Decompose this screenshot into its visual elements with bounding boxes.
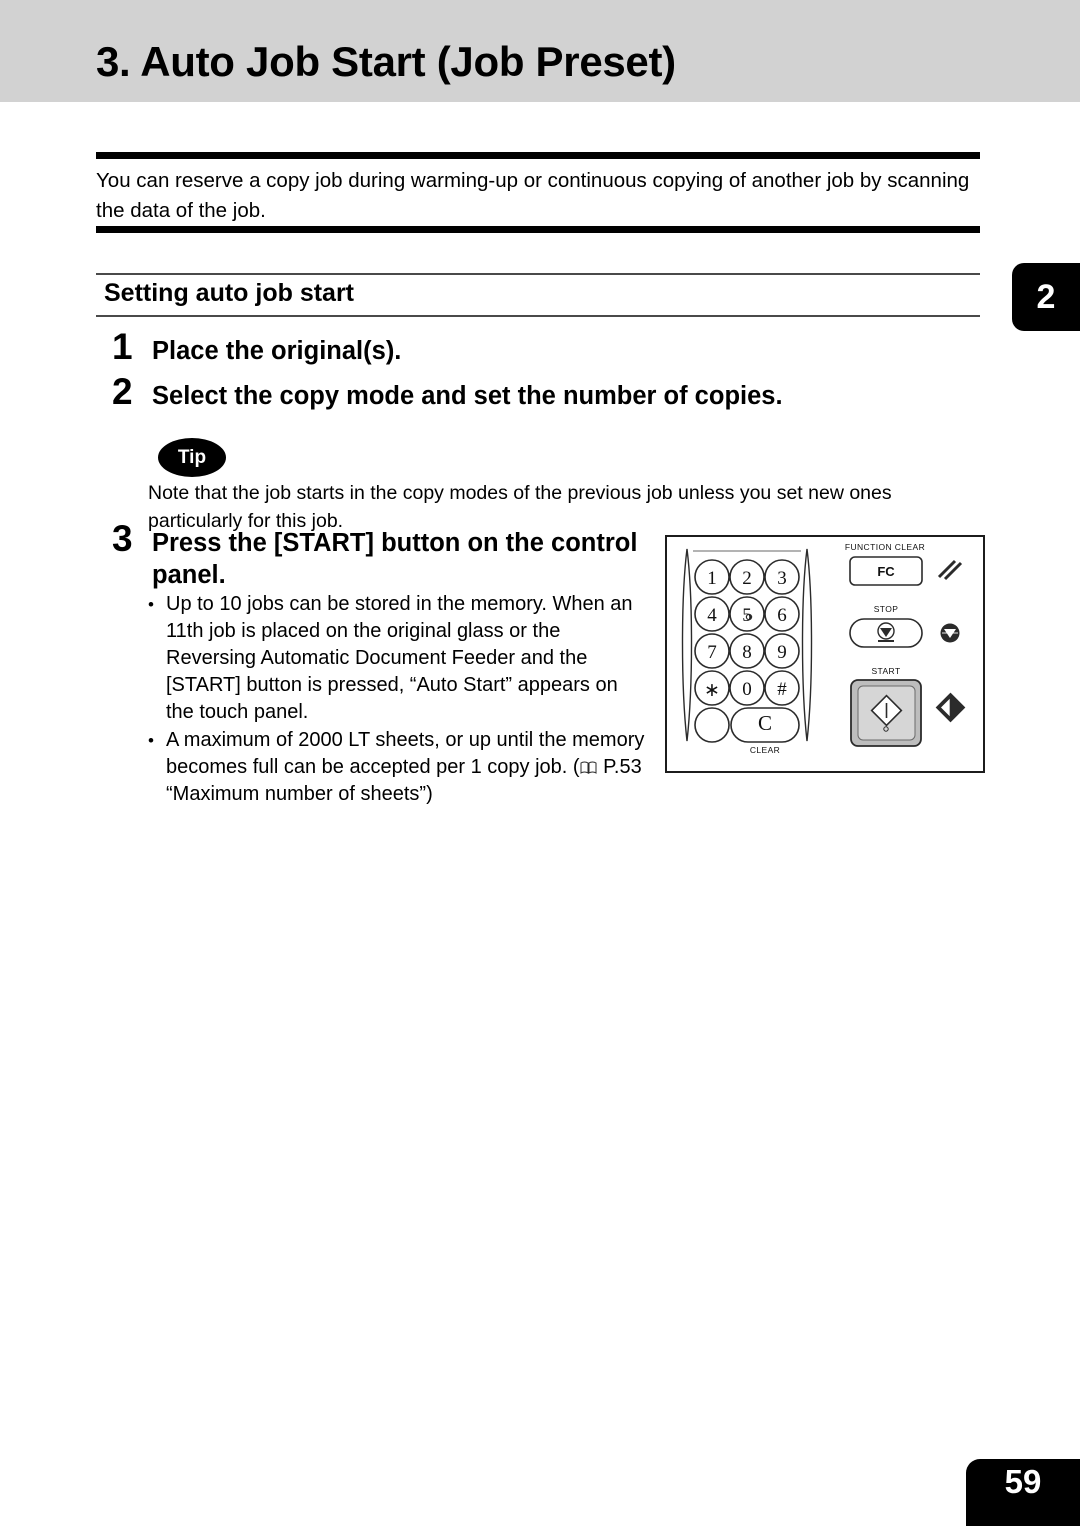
chapter-tab-number: 2 xyxy=(1036,277,1056,316)
intro-rule-bottom xyxy=(96,226,980,233)
book-icon xyxy=(580,755,597,774)
page-number-tab: 59 xyxy=(966,1459,1080,1526)
keypad-key-hash[interactable]: # xyxy=(764,670,800,706)
function-clear-group: FUNCTION CLEAR FC xyxy=(845,542,963,586)
function-clear-button[interactable]: FC xyxy=(849,556,923,586)
stop-group: STOP xyxy=(849,604,960,648)
keypad-key-0-label: 0 xyxy=(742,679,752,700)
list-item: • Up to 10 jobs can be stored in the mem… xyxy=(148,591,648,726)
keypad-key-8-label: 8 xyxy=(742,642,752,663)
keypad-key-3-label: 3 xyxy=(777,568,787,589)
step-1-text: Place the original(s). xyxy=(152,337,402,365)
step-1-number: 1 xyxy=(112,326,133,367)
bullet-text: A maximum of 2000 LT sheets, or up until… xyxy=(166,727,648,808)
keypad-key-7-label: 7 xyxy=(707,642,717,663)
start-indicator-icon xyxy=(935,692,966,723)
keypad-key-2[interactable]: 2 xyxy=(729,559,765,595)
keypad-key-hash-label: # xyxy=(777,679,787,700)
stop-indicator-icon xyxy=(940,623,960,643)
clear-button[interactable]: C xyxy=(730,707,800,743)
keypad-key-4-label: 4 xyxy=(707,605,717,626)
numeric-keypad: 1 2 3 4 5 6 7 8 9 ∗ 0 # C CLEAR xyxy=(694,559,800,755)
intro-rule-top xyxy=(96,152,980,159)
keypad-key-2-label: 2 xyxy=(742,568,752,589)
stop-button[interactable] xyxy=(849,618,923,648)
step-2-text: Select the copy mode and set the number … xyxy=(152,382,783,410)
section-rule-bottom xyxy=(96,315,980,317)
keypad-key-3[interactable]: 3 xyxy=(764,559,800,595)
keypad-key-blank[interactable] xyxy=(694,707,730,743)
step-2: 2 Select the copy mode and set the numbe… xyxy=(112,373,783,412)
section-rule-top xyxy=(96,273,980,275)
bullet-marker: • xyxy=(148,731,154,750)
step-3: 3 Press the [START] button on the contro… xyxy=(112,520,652,591)
step-3-number: 3 xyxy=(112,518,133,559)
clear-caption: CLEAR xyxy=(750,745,780,755)
keypad-key-asterisk-label: ∗ xyxy=(704,680,720,701)
start-button[interactable] xyxy=(850,679,922,747)
bullet-list: • Up to 10 jobs can be stored in the mem… xyxy=(148,591,648,809)
tip-badge-label: Tip xyxy=(177,446,207,468)
tip-badge: Tip xyxy=(158,438,226,477)
keypad-key-6-label: 6 xyxy=(777,605,787,626)
stop-caption: STOP xyxy=(874,604,899,614)
keypad-key-8[interactable]: 8 xyxy=(729,633,765,669)
bullet-marker: • xyxy=(148,595,154,614)
section-heading: Setting auto job start xyxy=(104,279,354,307)
keypad-key-7[interactable]: 7 xyxy=(694,633,730,669)
intro-paragraph: You can reserve a copy job during warmin… xyxy=(96,169,970,222)
keypad-key-6[interactable]: 6 xyxy=(764,596,800,632)
list-item: • A maximum of 2000 LT sheets, or up unt… xyxy=(148,727,648,808)
keypad-key-5[interactable]: 5 xyxy=(729,596,765,632)
clear-button-label: C xyxy=(758,711,772,735)
keypad-key-0[interactable]: 0 xyxy=(729,670,765,706)
bullet-text: Up to 10 jobs can be stored in the memor… xyxy=(166,593,633,723)
keypad-key-9[interactable]: 9 xyxy=(764,633,800,669)
page-title: 3. Auto Job Start (Job Preset) xyxy=(96,38,676,85)
keypad-key-1[interactable]: 1 xyxy=(694,559,730,595)
start-group: START xyxy=(850,666,966,747)
page-number: 59 xyxy=(1004,1463,1042,1500)
keypad-key-asterisk[interactable]: ∗ xyxy=(694,670,730,706)
keypad-key-4[interactable]: 4 xyxy=(694,596,730,632)
control-panel-illustration: .kc { fill:#ffffff; stroke:#2b2b2b; stro… xyxy=(665,535,985,773)
double-slash-icon xyxy=(937,559,963,581)
function-clear-button-label: FC xyxy=(877,564,895,579)
bullet-text-before-reference: A maximum of 2000 LT sheets, or up until… xyxy=(166,729,645,778)
step-1: 1 Place the original(s). xyxy=(112,328,401,367)
keypad-key-1-label: 1 xyxy=(707,568,717,589)
control-panel-svg: .kc { fill:#ffffff; stroke:#2b2b2b; stro… xyxy=(681,542,966,755)
step-2-number: 2 xyxy=(112,371,133,412)
start-caption: START xyxy=(871,666,900,676)
function-clear-caption: FUNCTION CLEAR xyxy=(845,542,925,552)
keypad-key-9-label: 9 xyxy=(777,642,787,663)
step-3-text: Press the [START] button on the control … xyxy=(152,529,638,589)
chapter-tab: 2 xyxy=(1012,263,1080,331)
